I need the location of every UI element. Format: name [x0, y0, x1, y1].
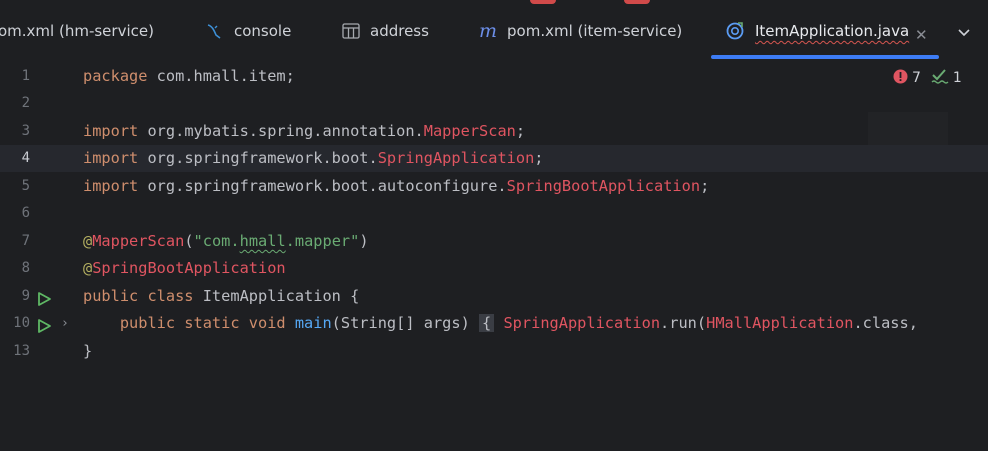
semicolon: ;: [534, 149, 544, 167]
code-line[interactable]: 5 import org.springframework.boot.autoco…: [0, 173, 988, 200]
chevron-down-icon[interactable]: [956, 24, 972, 44]
class-declaration: ItemApplication {: [193, 287, 360, 305]
paren: ): [359, 232, 369, 250]
unresolved-annotation: MapperScan: [92, 232, 185, 250]
string-literal: "com.: [193, 232, 240, 250]
tab-itemapplication-java[interactable]: ItemApplication.java: [725, 0, 909, 62]
fold-expand-icon[interactable]: ›: [61, 310, 69, 337]
code-line[interactable]: 10 › public static void main(String[] ar…: [0, 310, 988, 337]
method-name: main: [285, 314, 332, 332]
method-call: .run(: [660, 314, 707, 332]
unresolved-class: SpringApplication: [377, 149, 535, 167]
keyword: public static void: [83, 314, 286, 332]
line-number: 2: [21, 95, 30, 111]
code-line[interactable]: 2: [0, 90, 988, 117]
method-params: (String[] args): [331, 314, 470, 332]
code-line[interactable]: 6: [0, 200, 988, 227]
string-literal-typo: hmall: [239, 232, 286, 250]
folded-brace[interactable]: {: [479, 314, 495, 332]
active-tab-indicator: [711, 55, 939, 59]
annotation-at: @: [83, 232, 93, 250]
code-line[interactable]: 13 }: [0, 338, 988, 365]
paren: (: [184, 232, 194, 250]
annotation-at: @: [83, 259, 93, 277]
unresolved-annotation: SpringBootApplication: [92, 259, 286, 277]
keyword: public class: [83, 287, 194, 305]
package-name: com.hmall.item;: [147, 67, 295, 85]
line-number: 6: [21, 205, 30, 221]
line-number: 7: [21, 233, 30, 249]
tab-label: console: [234, 22, 292, 40]
string-literal: .mapper": [285, 232, 360, 250]
keyword: import: [83, 177, 139, 195]
tab-label: address: [370, 22, 429, 40]
import-path: org.mybatis.spring.annotation.: [138, 122, 424, 140]
closing-brace: }: [83, 342, 93, 360]
java-class-icon: [725, 21, 745, 41]
tab-address[interactable]: address: [342, 0, 429, 62]
line-number: 3: [21, 123, 30, 139]
unresolved-class: SpringApplication: [494, 314, 661, 332]
unresolved-class: HMallApplication: [706, 314, 854, 332]
tab-label: pom.xml (item-service): [507, 22, 683, 40]
editor-tab-bar: om.xml (hm-service) console address m po…: [0, 0, 988, 63]
close-tab-icon[interactable]: ✕: [915, 26, 928, 44]
line-number: 10: [13, 315, 30, 331]
line-number: 4: [21, 150, 30, 166]
code-line[interactable]: 1 package com.hmall.item;: [0, 63, 988, 90]
line-number: 5: [21, 178, 30, 194]
table-icon: [342, 23, 360, 39]
tab-pom-hm-service[interactable]: om.xml (hm-service): [0, 0, 154, 62]
keyword: import: [83, 122, 139, 140]
tab-console[interactable]: console: [206, 0, 291, 62]
code-tail: .class,: [853, 314, 918, 332]
unresolved-class: MapperScan: [423, 122, 516, 140]
unresolved-class: SpringBootApplication: [506, 177, 701, 195]
code-line[interactable]: 8 @SpringBootApplication: [0, 255, 988, 282]
keyword: package: [83, 67, 148, 85]
line-number: 13: [13, 343, 30, 359]
semicolon: ;: [515, 122, 526, 140]
line-number: 1: [21, 68, 30, 84]
code-line-current[interactable]: 4 import org.springframework.boot.Spring…: [0, 145, 988, 172]
tab-label: ItemApplication.java: [755, 22, 910, 40]
tab-label: om.xml (hm-service): [0, 22, 154, 40]
code-line[interactable]: 3 import org.mybatis.spring.annotation.M…: [0, 118, 988, 145]
line-number: 9: [21, 288, 30, 304]
keyword: import: [83, 149, 139, 167]
code-line[interactable]: 7 @MapperScan("com.hmall.mapper"): [0, 228, 988, 255]
line-number: 8: [21, 260, 30, 276]
code-line[interactable]: 9 public class ItemApplication {: [0, 283, 988, 310]
maven-icon: m: [479, 20, 498, 42]
import-path: org.springframework.boot.autoconfigure.: [138, 177, 507, 195]
tab-pom-item-service[interactable]: m pom.xml (item-service): [479, 0, 682, 62]
import-path: org.springframework.boot.: [138, 149, 378, 167]
semicolon: ;: [700, 177, 710, 195]
database-console-icon: [206, 22, 224, 40]
